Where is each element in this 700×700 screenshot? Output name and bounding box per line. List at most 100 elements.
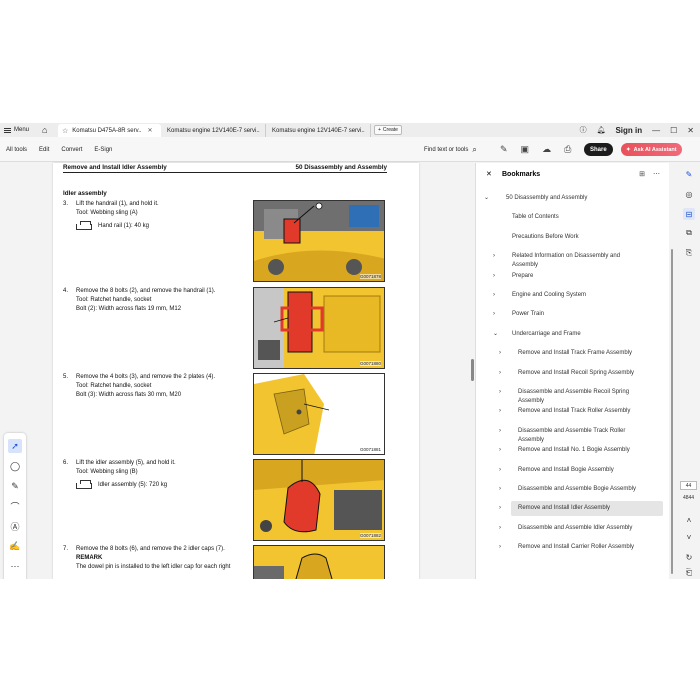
- toolbar-icons: ✎ ▣ ☁ ⎙: [500, 137, 571, 162]
- chevron-right-icon[interactable]: ›: [499, 427, 501, 435]
- home-icon[interactable]: ⌂: [42, 123, 47, 137]
- close-window-icon[interactable]: ✕: [687, 126, 694, 135]
- ai-panel-icon[interactable]: ✎: [683, 168, 695, 180]
- bookmark-label-cont: Assembly: [518, 398, 545, 404]
- document-scrollbar[interactable]: [460, 163, 474, 579]
- create-label: Create: [382, 127, 398, 133]
- document-scroll-thumb[interactable]: [471, 359, 474, 381]
- bookmark-label-cont: Assembly: [518, 436, 545, 443]
- bell-icon[interactable]: 🔔︎: [597, 126, 606, 134]
- pen-icon[interactable]: ✎: [8, 479, 22, 493]
- tab-document-1[interactable]: ☆ Komatsu D475A-8R serv.. ✕: [58, 124, 161, 137]
- attachments-icon[interactable]: ⎘: [683, 247, 695, 259]
- maximize-icon[interactable]: ☐: [670, 126, 677, 135]
- bookmarks-scrollbar[interactable]: [669, 163, 675, 579]
- bookmark-label: Power Train: [512, 311, 545, 318]
- chevron-right-icon[interactable]: ›: [499, 446, 501, 454]
- help-icon[interactable]: ⓘ: [580, 125, 587, 135]
- page-number-input[interactable]: 44: [680, 481, 697, 490]
- bookmark-label: Remove and Install Track Roller Assembly: [518, 408, 631, 415]
- find-text-tools[interactable]: Find text or tools ⌕: [424, 137, 477, 162]
- chevron-down-icon[interactable]: ˅: [683, 531, 695, 543]
- ai-assistant-icon: ✦: [626, 146, 631, 153]
- step-line: The dowel pin is installed to the left i…: [76, 564, 231, 570]
- chevron-right-icon[interactable]: ›: [499, 407, 501, 415]
- chevron-right-icon[interactable]: ›: [493, 252, 495, 260]
- remark-label: REMARK: [76, 555, 103, 561]
- figure-code: G0071880: [359, 361, 381, 366]
- sign-in-button[interactable]: Sign in: [615, 126, 642, 135]
- edit-menu[interactable]: Edit: [39, 147, 49, 153]
- more-options-icon[interactable]: ⋯: [653, 170, 660, 178]
- page-total: 4844: [682, 495, 695, 501]
- refresh-icon[interactable]: ↻: [683, 551, 695, 563]
- figure-idler-lift: G0071882: [253, 459, 385, 541]
- bookmarks-scroll-thumb[interactable]: [671, 249, 673, 574]
- ai-assistant-label: Ask AI Assistant: [633, 146, 677, 153]
- weight-tag-text: Hand rail (1): 40 kg: [98, 223, 150, 229]
- share-button[interactable]: Share: [584, 143, 613, 156]
- step-3: 3. Lift the handrail (1), and hold it. T…: [63, 200, 253, 231]
- close-tab-icon[interactable]: ✕: [148, 127, 153, 134]
- ai-edit-icon[interactable]: ✎: [500, 144, 508, 155]
- plus-icon: +: [378, 127, 381, 133]
- more-tools-icon[interactable]: ⋯: [8, 559, 22, 573]
- bookmark-label: Disassemble and Assemble Track Roller: [518, 427, 626, 434]
- document-page: Remove and Install Idler Assembly 50 Dis…: [53, 163, 419, 579]
- minimize-icon[interactable]: —: [652, 126, 660, 135]
- ai-assistant-button[interactable]: ✦ Ask AI Assistant: [621, 143, 682, 156]
- chevron-right-icon[interactable]: ›: [499, 388, 501, 396]
- tab-document-2[interactable]: Komatsu engine 12V140E-7 servi..: [163, 124, 266, 137]
- esign-menu[interactable]: E-Sign: [94, 147, 112, 153]
- select-cursor-icon[interactable]: ➚: [8, 439, 22, 453]
- chevron-right-icon[interactable]: ›: [499, 524, 501, 532]
- bookmark-label: Table of Contents: [512, 214, 559, 221]
- menu-button[interactable]: Menu: [4, 123, 29, 137]
- chevron-down-icon[interactable]: ⌄: [484, 194, 489, 202]
- bookmarks-header: ✕ Bookmarks ⊞ ⋯: [476, 163, 669, 185]
- add-bookmark-icon[interactable]: ⊞: [639, 170, 645, 178]
- upload-cloud-icon[interactable]: ☁: [542, 144, 551, 155]
- fit-page-icon[interactable]: ⎗: [683, 567, 695, 579]
- bookmark-label: Disassemble and Assemble Recoil Spring: [518, 389, 630, 395]
- bookmark-label-cont: Assembly: [512, 262, 539, 269]
- step-number: 3.: [63, 201, 69, 207]
- chevron-right-icon[interactable]: ›: [499, 369, 501, 377]
- close-panel-icon[interactable]: ✕: [486, 170, 492, 178]
- figure-idler-caps: [253, 545, 385, 579]
- chevron-right-icon[interactable]: ›: [499, 504, 501, 512]
- chevron-right-icon[interactable]: ›: [499, 466, 501, 474]
- chevron-right-icon[interactable]: ›: [499, 543, 501, 551]
- comments-panel-icon[interactable]: ◎: [683, 188, 695, 200]
- print-icon[interactable]: ⎙: [564, 144, 571, 155]
- save-icon[interactable]: ▣: [521, 144, 530, 155]
- chevron-right-icon[interactable]: ›: [493, 272, 495, 280]
- hamburger-icon: [4, 127, 11, 133]
- chevron-right-icon[interactable]: ›: [499, 349, 501, 357]
- header-right: 50 Disassembly and Assembly: [295, 164, 387, 171]
- bookmarks-panel-icon[interactable]: ⊟: [683, 208, 695, 220]
- chevron-up-icon[interactable]: ˄: [683, 514, 695, 526]
- chevron-right-icon[interactable]: ›: [499, 485, 501, 493]
- tab-label: Komatsu engine 12V140E-7 servi..: [272, 127, 365, 134]
- all-tools-menu[interactable]: All tools: [6, 147, 27, 153]
- chevron-down-icon[interactable]: ⌄: [493, 330, 498, 338]
- step-line: Tool: Ratchet handle, socket: [76, 383, 152, 389]
- tab-label: Komatsu engine 12V140E-7 servi..: [167, 127, 260, 134]
- tab-document-3[interactable]: Komatsu engine 12V140E-7 servi..: [268, 124, 371, 137]
- star-icon[interactable]: ☆: [62, 127, 68, 135]
- bookmark-label: 50 Disassembly and Assembly: [506, 195, 588, 201]
- bookmark-label: Remove and Install Carrier Roller Assemb…: [518, 544, 635, 551]
- pages-panel-icon[interactable]: ⧉: [683, 227, 695, 239]
- convert-menu[interactable]: Convert: [61, 147, 82, 153]
- main-toolbar: All tools Edit Convert E-Sign Find text …: [0, 137, 700, 162]
- page-indicator: 44 4844: [680, 481, 697, 501]
- create-button[interactable]: + Create: [374, 125, 402, 135]
- comment-icon[interactable]: ◯: [8, 459, 22, 473]
- sign-icon[interactable]: ✍: [8, 539, 22, 553]
- text-box-icon[interactable]: Ⓐ: [8, 519, 22, 533]
- lasso-icon[interactable]: ⌒: [8, 499, 22, 513]
- chevron-right-icon[interactable]: ›: [493, 310, 495, 318]
- chevron-right-icon[interactable]: ›: [493, 291, 495, 299]
- bookmark-label: Remove and Install Idler Assembly: [518, 505, 611, 512]
